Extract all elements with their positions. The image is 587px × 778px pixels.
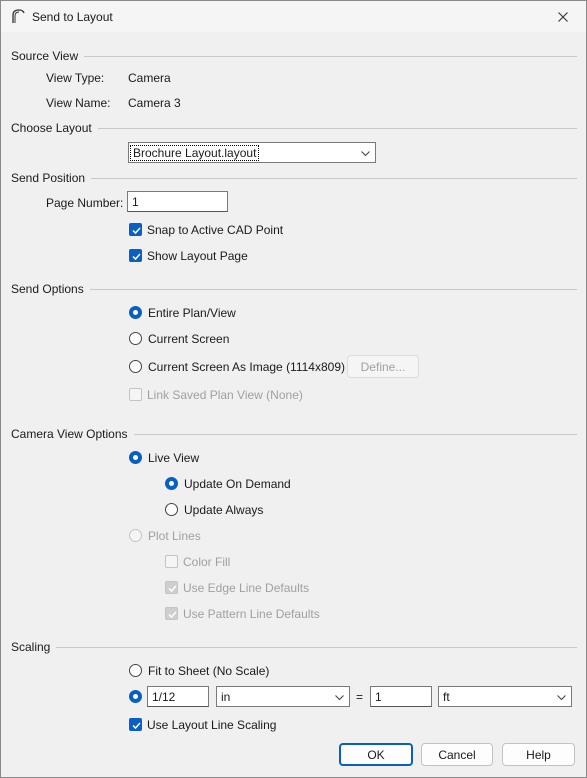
page-number-label: Page Number: [46,196,124,210]
scale-left-unit-value: in [221,690,231,704]
show-layout-page-checkbox[interactable] [129,249,142,262]
scale-right-unit-value: ft [443,690,450,704]
ok-button[interactable]: OK [339,743,413,766]
cancel-button[interactable]: Cancel [421,743,493,766]
chevron-down-icon [335,695,344,701]
scale-right-unit-select[interactable]: ft [438,686,572,707]
section-heading: Choose Layout [11,121,92,135]
section-heading: Send Options [11,282,84,296]
color-fill-checkbox[interactable] [165,555,178,568]
plot-lines-radio[interactable] [129,529,142,542]
live-view-radio[interactable] [129,451,142,464]
update-always-label[interactable]: Update Always [184,503,263,517]
scale-right-value: 1 [375,690,382,704]
pattern-line-defaults-checkbox[interactable] [165,607,178,620]
page-number-input[interactable]: 1 [127,191,228,212]
checkmark-icon [168,585,177,593]
update-always-radio[interactable] [165,503,178,516]
close-button[interactable] [540,1,586,32]
divider [84,56,577,57]
link-saved-view-checkbox[interactable] [129,388,142,401]
current-screen-radio[interactable] [129,332,142,345]
section-heading: Source View [11,49,79,63]
current-screen-image-radio[interactable] [129,360,142,373]
checkmark-icon [132,722,141,730]
section-scaling: Scaling [11,640,577,654]
custom-scale-radio[interactable] [129,690,142,703]
live-view-label[interactable]: Live View [148,451,199,465]
fit-to-sheet-radio[interactable] [129,664,142,677]
window-title: Send to Layout [32,10,113,24]
section-heading: Scaling [11,640,51,654]
edge-line-defaults-checkbox[interactable] [165,581,178,594]
help-button[interactable]: Help [502,743,575,766]
section-send-position: Send Position [11,171,577,185]
layout-select[interactable]: Brochure Layout.layout [128,142,376,163]
send-to-layout-dialog: Send to Layout Source View View Type: Ca… [0,0,587,778]
app-arch-icon [12,9,25,23]
section-heading: Send Position [11,171,86,185]
update-on-demand-radio[interactable] [165,477,178,490]
pattern-line-defaults-label: Use Pattern Line Defaults [183,607,320,621]
title-bar[interactable]: Send to Layout [1,1,586,32]
snap-cad-point-label[interactable]: Snap to Active CAD Point [147,223,283,237]
layout-select-value: Brochure Layout.layout [129,145,260,161]
view-name-label: View Name: [46,96,111,110]
divider [56,647,577,648]
chevron-down-icon [361,151,370,157]
section-send-options: Send Options [11,282,577,296]
divider [89,289,577,290]
view-type-label: View Type: [46,71,105,85]
define-button[interactable]: Define... [347,355,419,378]
view-name-value: Camera 3 [128,96,181,110]
show-layout-page-label[interactable]: Show Layout Page [147,249,248,263]
page-number-value: 1 [132,195,139,209]
layout-line-scaling-checkbox[interactable] [129,718,142,731]
section-source-view: Source View [11,49,577,63]
entire-plan-radio[interactable] [129,306,142,319]
edge-line-defaults-label: Use Edge Line Defaults [183,581,310,595]
scale-left-input[interactable]: 1/12 [147,686,209,707]
entire-plan-label[interactable]: Entire Plan/View [148,306,236,320]
color-fill-label: Color Fill [183,555,231,569]
checkmark-icon [132,227,141,235]
section-choose-layout: Choose Layout [11,121,577,135]
divider [91,178,577,179]
equals-sign: = [356,690,364,704]
section-camera-view-options: Camera View Options [11,427,577,441]
checkmark-icon [168,611,177,619]
current-screen-image-label[interactable]: Current Screen As Image (1114x809) [148,360,345,374]
checkmark-icon [132,253,141,261]
layout-line-scaling-label[interactable]: Use Layout Line Scaling [147,718,276,732]
section-heading: Camera View Options [11,427,128,441]
close-icon [558,11,568,22]
plot-lines-label: Plot Lines [148,529,201,543]
snap-cad-point-checkbox[interactable] [129,223,142,236]
current-screen-label[interactable]: Current Screen [148,332,229,346]
scale-left-unit-select[interactable]: in [216,686,350,707]
update-on-demand-label[interactable]: Update On Demand [184,477,291,491]
divider [133,434,577,435]
divider [97,128,577,129]
scale-right-input[interactable]: 1 [370,686,432,707]
chevron-down-icon [557,695,566,701]
fit-to-sheet-label[interactable]: Fit to Sheet (No Scale) [148,664,269,678]
link-saved-view-label: Link Saved Plan View (None) [147,388,303,402]
view-type-value: Camera [128,71,171,85]
scale-left-value: 1/12 [152,690,176,704]
